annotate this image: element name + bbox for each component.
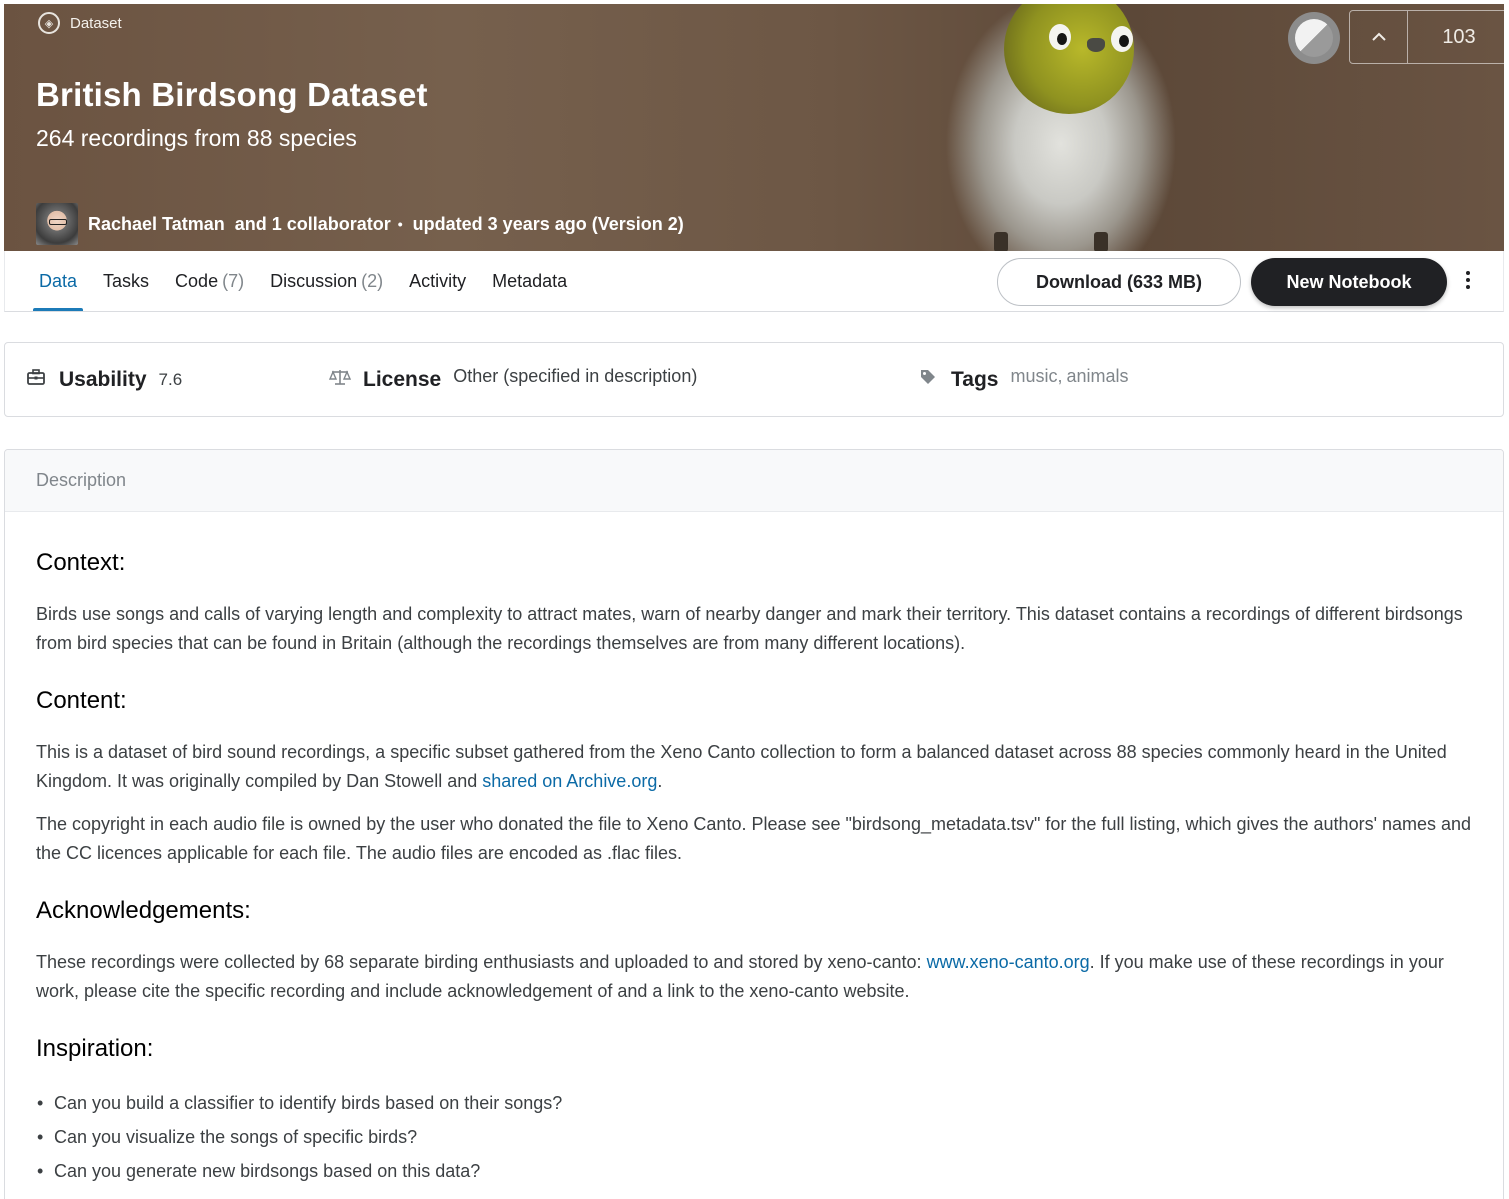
content-section: Content: This is a dataset of bird sound… xyxy=(36,686,1472,868)
vote-widget: 103 xyxy=(1349,10,1504,64)
bird-foot-left xyxy=(994,232,1008,251)
inspiration-heading: Inspiration: xyxy=(36,1035,154,1062)
bird-beak xyxy=(1087,38,1105,52)
tab-label: Activity xyxy=(409,270,467,291)
owner-name-link[interactable]: Rachael Tatman xyxy=(88,214,225,235)
tab-tasks[interactable]: Tasks xyxy=(97,251,155,311)
page-title: British Birdsong Dataset xyxy=(36,76,428,113)
scale-icon xyxy=(328,368,352,391)
owner-row: Rachael Tatman and 1 collaborator • upda… xyxy=(36,203,684,245)
more-options-icon[interactable] xyxy=(1457,265,1479,295)
dataset-kicker-label: Dataset xyxy=(70,14,122,32)
acknowledgements-paragraph: These recordings were collected by 68 se… xyxy=(36,948,1472,1006)
ack-text: These recordings were collected by 68 se… xyxy=(36,952,927,972)
dataset-kicker: ◈ Dataset xyxy=(38,12,122,34)
tag-icon xyxy=(917,368,939,391)
inspiration-list: Can you build a classifier to identify b… xyxy=(36,1086,1472,1188)
download-button[interactable]: Download (633 MB) xyxy=(997,258,1241,306)
description-header: Description xyxy=(5,450,1503,512)
usability-label: Usability xyxy=(59,367,147,391)
updated-version-link[interactable]: updated 3 years ago (Version 2) xyxy=(413,214,684,235)
tags-label: Tags xyxy=(951,367,999,391)
usability-value: 7.6 xyxy=(158,369,183,389)
dataset-tab-bar: Data Tasks Code (7) Discussion (2) Activ… xyxy=(4,251,1504,312)
tab-code[interactable]: Code (7) xyxy=(169,251,250,311)
inspiration-section: Inspiration: Can you build a classifier … xyxy=(36,1034,1472,1188)
bird-eye-left xyxy=(1049,24,1071,50)
tag-music-link[interactable]: music xyxy=(1010,366,1057,387)
description-card: Description Context: Birds use songs and… xyxy=(4,449,1504,1199)
tab-list: Data Tasks Code (7) Discussion (2) Activ… xyxy=(33,251,587,311)
collaborators-link[interactable]: and 1 collaborator xyxy=(235,214,391,235)
tag-animals-link[interactable]: animals xyxy=(1067,366,1129,387)
new-notebook-button[interactable]: New Notebook xyxy=(1251,258,1447,306)
tab-label: Data xyxy=(39,270,78,291)
content-text-end: . xyxy=(657,771,663,791)
owner-row-separator: • xyxy=(397,216,403,232)
context-paragraph: Birds use songs and calls of varying len… xyxy=(36,604,1463,653)
vote-count: 103 xyxy=(1442,25,1476,48)
archive-org-link[interactable]: shared on Archive.org xyxy=(482,771,657,791)
tab-count: (2) xyxy=(361,270,384,291)
briefcase-icon xyxy=(25,369,47,390)
tab-label: Metadata xyxy=(492,270,568,291)
owner-avatar[interactable] xyxy=(36,203,78,245)
context-heading: Context: xyxy=(36,549,126,576)
license-item: License Other (specified in description) xyxy=(328,343,698,416)
content-paragraph-2: The copyright in each audio file is owne… xyxy=(36,814,1472,863)
xeno-canto-link[interactable]: www.xeno-canto.org xyxy=(927,952,1090,972)
bird-foot-right xyxy=(1094,232,1108,251)
acknowledgements-section: Acknowledgements: These recordings were … xyxy=(36,896,1472,1006)
content-heading: Content: xyxy=(36,687,127,714)
acknowledgements-heading: Acknowledgements: xyxy=(36,897,251,924)
tab-count: (7) xyxy=(222,270,245,291)
license-label: License xyxy=(363,367,442,391)
license-value: Other (specified in description) xyxy=(453,366,698,386)
context-section: Context: Birds use songs and calls of va… xyxy=(36,548,1472,658)
tab-label: Code xyxy=(175,270,219,291)
tab-discussion[interactable]: Discussion (2) xyxy=(264,251,389,311)
list-item: Can you build a classifier to identify b… xyxy=(36,1086,1472,1120)
tags-item: Tags music , animals xyxy=(917,343,1129,416)
tab-metadata[interactable]: Metadata xyxy=(486,251,573,311)
bird-eye-right xyxy=(1111,26,1133,52)
tab-data[interactable]: Data xyxy=(33,251,84,311)
content-text: This is a dataset of bird sound recordin… xyxy=(36,742,1447,791)
dataset-icon: ◈ xyxy=(38,12,60,34)
dataset-meta-card: Usability 7.6 License Other (specified i… xyxy=(4,342,1504,417)
upvote-button[interactable] xyxy=(1350,11,1408,63)
chevron-up-icon xyxy=(1371,32,1386,41)
medal-badge-icon xyxy=(1288,12,1340,64)
usability-item: Usability 7.6 xyxy=(25,343,182,416)
tab-activity[interactable]: Activity xyxy=(403,251,472,311)
list-item: Can you visualize the songs of specific … xyxy=(36,1120,1472,1154)
tag-separator: , xyxy=(1057,366,1063,386)
tab-label: Tasks xyxy=(103,270,150,291)
content-paragraph-1: This is a dataset of bird sound recordin… xyxy=(36,738,1472,796)
dataset-banner: ◈ Dataset British Birdsong Dataset 264 r… xyxy=(4,4,1504,251)
list-item: Can you generate new birdsongs based on … xyxy=(36,1154,1472,1188)
page-subtitle: 264 recordings from 88 species xyxy=(36,125,357,151)
description-body: Context: Birds use songs and calls of va… xyxy=(5,512,1503,1188)
tab-label: Discussion xyxy=(270,270,358,291)
